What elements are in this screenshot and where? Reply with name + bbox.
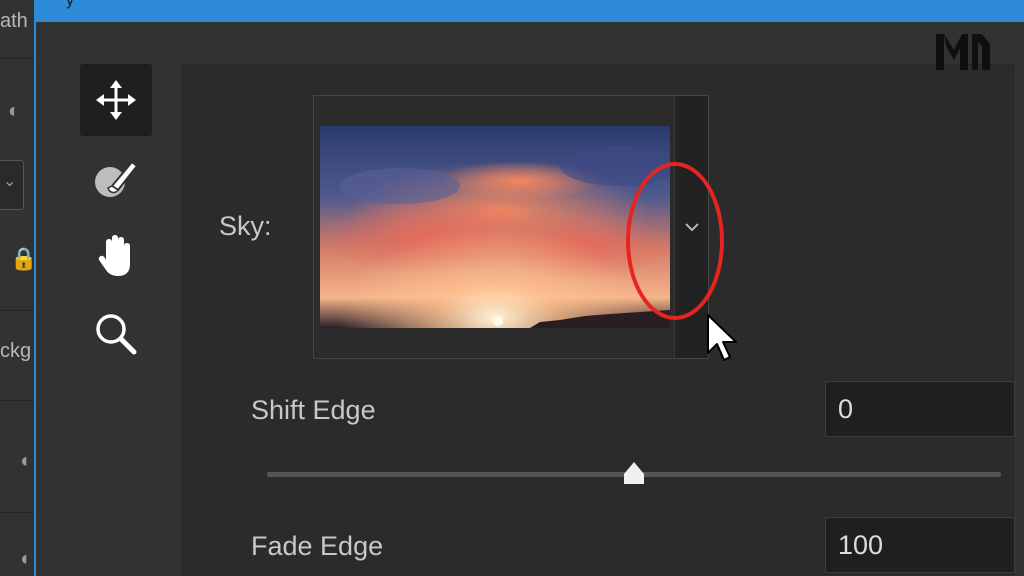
divider: [0, 58, 34, 59]
fade-edge-label: Fade Edge: [251, 531, 384, 561]
background-app-panel: ath ◐ ⌄ 🔒 ckg ◖ ◖: [0, 0, 37, 576]
zoom-icon: [96, 314, 137, 355]
move-arrows-icon: [96, 80, 136, 120]
chevron-down-icon: [684, 223, 699, 232]
logo-watermark-icon: [936, 34, 990, 70]
sky-preview-image: [320, 126, 670, 328]
shift-edge-label: Shift Edge: [251, 395, 376, 425]
sky-brush-icon: [95, 160, 139, 197]
visibility-icon[interactable]: ◖: [18, 548, 30, 571]
hand-tool-button[interactable]: [80, 220, 152, 292]
sky-replacement-dialog: y Sky: Shift Edge 0 Fade Edge 100: [34, 0, 1024, 576]
sky-brush-tool-button[interactable]: [80, 142, 152, 214]
screen: ath ◐ ⌄ 🔒 ckg ◖ ◖ y Sky: Shift Edge 0 Fa…: [0, 0, 1024, 576]
sky-picker[interactable]: [313, 95, 709, 359]
background-layer-fragment: ckg: [0, 340, 32, 362]
chevron-down-icon: ⌄: [3, 173, 17, 190]
shift-edge-input[interactable]: [825, 381, 1015, 437]
zoom-tool-button[interactable]: [80, 298, 152, 370]
settings-panel: Sky: Shift Edge 0 Fade Edge 100: [182, 64, 1015, 576]
move-tool-button[interactable]: [80, 64, 152, 136]
dialog-title: y: [66, 0, 75, 9]
background-dropdown[interactable]: ⌄: [0, 160, 24, 210]
visibility-icon[interactable]: ◖: [18, 450, 30, 473]
adjustment-icon[interactable]: ◐: [8, 100, 20, 123]
sky-preview-thumbnail[interactable]: [320, 126, 670, 328]
background-text-fragment: ath: [0, 10, 28, 32]
shift-edge-slider-thumb[interactable]: [620, 460, 648, 486]
sky-label: Sky:: [219, 211, 272, 241]
divider: [0, 310, 34, 311]
dialog-titlebar[interactable]: y: [36, 0, 1024, 22]
fade-edge-input[interactable]: [825, 517, 1015, 573]
hand-icon: [98, 235, 130, 276]
divider: [0, 400, 34, 401]
sky-dropdown-button[interactable]: [674, 96, 708, 358]
divider: [0, 512, 34, 513]
